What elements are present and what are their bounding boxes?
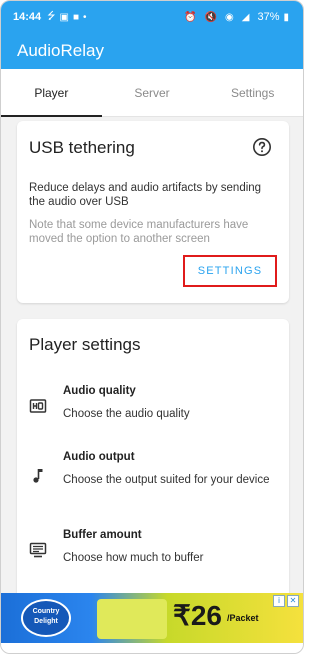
ad-pack-label: /Packet [227,613,259,623]
hq-icon [29,399,47,413]
status-time: 14:44 [13,11,42,23]
tab-server[interactable]: Server [102,69,203,116]
ad-controls: i ✕ [273,595,299,607]
battery-icon: ▮ [283,11,289,23]
ad-close-icon[interactable]: ✕ [287,595,299,607]
tab-bar: Player Server Settings [1,69,303,117]
app-frame: 14:44 ⭍ ▣ ■ • ⏰ 🔇 ◉ ◢ 37% ▮ AudioRelay P… [0,0,304,654]
setting-audio-quality-title: Audio quality [63,385,136,397]
setting-audio-output[interactable]: Audio output Choose the output suited fo… [29,451,279,501]
alarm-icon: ⏰ [184,11,197,23]
buffer-icon [29,542,47,558]
mute-icon: 🔇 [204,11,218,23]
setting-buffer-amount-title: Buffer amount [63,529,142,541]
ad-product-image [97,599,167,639]
usb-tethering-note: Note that some device manufacturers have… [29,219,249,245]
app-bar: AudioRelay [1,33,303,69]
image-icon: ▣ [59,11,69,23]
help-circle-icon[interactable] [252,137,272,157]
usb-tethering-description: Reduce delays and audio artifacts by sen… [29,182,262,208]
gesture-nav-bar [1,643,303,653]
ad-info-icon[interactable]: i [273,595,285,607]
setting-audio-output-title: Audio output [63,451,135,463]
setting-audio-output-subtitle: Choose the output suited for your device [63,474,270,486]
setting-buffer-amount-subtitle: Choose how much to buffer [63,552,204,564]
wifi-icon: ◉ [225,11,234,23]
usb-tethering-card: USB tethering Reduce delays and audio ar… [17,121,289,303]
ad-banner[interactable]: Country Delight ₹26 /Packet i ✕ [1,593,303,645]
status-bar: 14:44 ⭍ ▣ ■ • ⏰ 🔇 ◉ ◢ 37% ▮ [1,1,303,33]
usb-settings-button[interactable]: SETTINGS [183,255,277,287]
tab-player[interactable]: Player [1,69,102,117]
ad-price: ₹26 [173,600,222,631]
tab-settings[interactable]: Settings [202,69,303,116]
player-settings-title: Player settings [29,335,141,354]
usb-tethering-title: USB tethering [29,138,135,157]
usb-icon: ⭍ [47,10,56,22]
ad-brand-logo: Country Delight [21,599,71,637]
dot-icon: • [82,11,87,23]
player-settings-card: Player settings Audio quality Choose the… [17,319,289,609]
music-note-icon [33,469,43,483]
battery-percent: 37% [257,11,280,23]
setting-buffer-amount[interactable]: Buffer amount Choose how much to buffer [29,529,279,569]
setting-audio-quality-subtitle: Choose the audio quality [63,408,190,420]
app-title: AudioRelay [17,41,104,60]
bag-icon: ■ [72,11,79,23]
signal-icon: ◢ [241,11,250,23]
setting-audio-quality[interactable]: Audio quality Choose the audio quality [29,385,279,425]
